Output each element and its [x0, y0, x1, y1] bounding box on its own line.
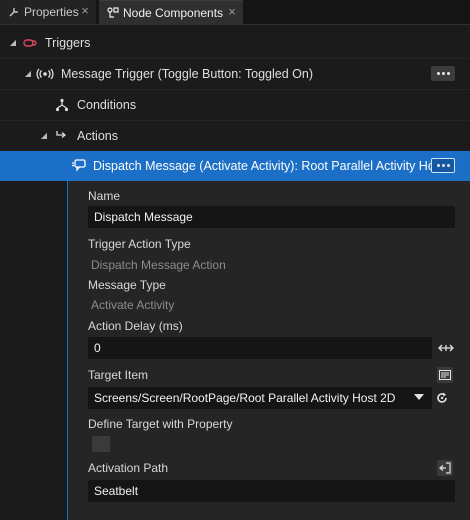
message-type-value: Activate Activity	[91, 298, 175, 312]
actions-icon	[52, 129, 70, 143]
tab-properties[interactable]: Properties ×	[0, 0, 96, 24]
tree-item-conditions[interactable]: Conditions	[0, 90, 470, 120]
tab-bar: Properties × Node Components ×	[0, 0, 470, 24]
close-icon[interactable]: ×	[226, 5, 238, 18]
tree-item-dispatch-message[interactable]: Dispatch Message (Activate Activity): Ro…	[0, 151, 470, 181]
expand-triangle-icon[interactable]: ◢	[23, 69, 33, 79]
name-field[interactable]: Dispatch Message	[88, 206, 455, 228]
tab-properties-label: Properties	[24, 5, 79, 19]
action-delay-label: Action Delay (ms)	[88, 319, 183, 333]
tree-item-label: Conditions	[77, 98, 137, 112]
reset-icon[interactable]	[434, 390, 450, 406]
dispatch-message-icon	[70, 159, 88, 173]
tab-node-components[interactable]: Node Components ×	[99, 0, 243, 24]
tree-item-label: Triggers	[45, 36, 91, 50]
tree-item-label: Actions	[77, 129, 118, 143]
message-type-label: Message Type	[88, 278, 166, 292]
trigger-action-type-value: Dispatch Message Action	[91, 258, 226, 272]
more-options-button[interactable]	[431, 66, 455, 81]
tree-item-actions[interactable]: ◢ Actions	[0, 121, 470, 151]
tree-item-triggers[interactable]: ◢ Triggers	[0, 28, 470, 58]
activation-path-label: Activation Path	[88, 461, 169, 475]
chevron-down-icon[interactable]	[414, 394, 424, 400]
conditions-icon	[53, 98, 71, 112]
select-item-icon[interactable]	[437, 367, 453, 383]
path-picker-icon[interactable]	[437, 460, 453, 476]
expand-triangle-icon[interactable]: ◢	[39, 131, 49, 141]
tree-item-message-trigger[interactable]: ◢ Message Trigger (Toggle Button: Toggle…	[0, 59, 470, 89]
components-icon	[106, 6, 120, 20]
tree-item-label: Message Trigger (Toggle Button: Toggled …	[61, 67, 313, 81]
target-item-value: Screens/Screen/RootPage/Root Parallel Ac…	[94, 391, 396, 405]
drag-adjust-icon[interactable]	[438, 340, 454, 356]
message-trigger-icon	[36, 67, 54, 81]
triggers-icon	[21, 36, 39, 50]
more-options-button[interactable]	[431, 158, 455, 173]
target-item-dropdown[interactable]: Screens/Screen/RootPage/Root Parallel Ac…	[88, 387, 432, 409]
define-target-label: Define Target with Property	[88, 417, 233, 431]
tab-node-components-label: Node Components	[123, 5, 224, 20]
action-delay-field[interactable]: 0	[88, 337, 432, 359]
tree-item-label: Dispatch Message (Activate Activity): Ro…	[93, 159, 445, 173]
close-icon[interactable]: ×	[79, 4, 91, 17]
wrench-icon	[7, 5, 21, 19]
define-target-checkbox[interactable]	[92, 436, 110, 452]
activation-path-field[interactable]: Seatbelt	[88, 480, 455, 502]
name-label: Name	[88, 189, 121, 203]
expand-triangle-icon[interactable]: ◢	[8, 38, 18, 48]
tab-divider	[0, 24, 470, 25]
trigger-action-type-label: Trigger Action Type	[88, 237, 191, 251]
target-item-label: Target Item	[88, 368, 149, 382]
